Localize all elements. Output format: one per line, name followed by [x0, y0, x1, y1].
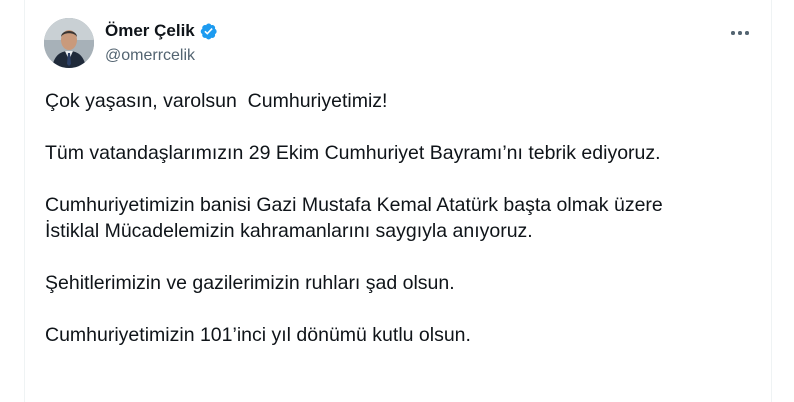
tweet-line: Tüm vatandaşlarımızın 29 Ekim Cumhuriyet… — [45, 142, 661, 164]
tweet-line: İstiklal Mücadelemizin kahramanlarını sa… — [45, 220, 533, 242]
avatar-photo — [44, 18, 94, 68]
tweet-paragraph: Cumhuriyetimizin 101’inci yıl dönümü kut… — [45, 322, 755, 348]
more-horizontal-icon-dot — [738, 31, 742, 35]
tweet-paragraph: Çok yaşasın, varolsun Cumhuriyetimiz! — [45, 88, 755, 114]
tweet-paragraph: Tüm vatandaşlarımızın 29 Ekim Cumhuriyet… — [45, 140, 755, 166]
tweet-card: Ömer Çelik @omerrcelik Çok yaşasın, varo… — [24, 0, 772, 402]
tweet-text: Çok yaşasın, varolsun Cumhuriyetimiz! Tü… — [45, 88, 755, 348]
more-horizontal-icon-dot — [744, 31, 749, 35]
verified-badge-icon[interactable] — [199, 22, 218, 41]
tweet-line: Şehitlerimizin ve gazilerimizin ruhları … — [45, 272, 455, 294]
author-display-name[interactable]: Ömer Çelik — [105, 21, 195, 41]
tweet-line: Cumhuriyetimizin 101’inci yıl dönümü kut… — [45, 324, 471, 346]
tweet-line: Cumhuriyetimizin banisi Gazi Mustafa Kem… — [45, 194, 663, 216]
more-options-button[interactable] — [727, 20, 753, 46]
tweet-paragraph: Cumhuriyetimizin banisi Gazi Mustafa Kem… — [45, 192, 755, 244]
more-horizontal-icon — [731, 31, 736, 35]
tweet-paragraph: Şehitlerimizin ve gazilerimizin ruhları … — [45, 270, 755, 296]
author-name-row: Ömer Çelik — [105, 21, 218, 41]
author-handle[interactable]: @omerrcelik — [105, 46, 195, 66]
avatar[interactable] — [44, 18, 94, 68]
tweet-line: Çok yaşasın, varolsun Cumhuriyetimiz! — [45, 90, 388, 112]
